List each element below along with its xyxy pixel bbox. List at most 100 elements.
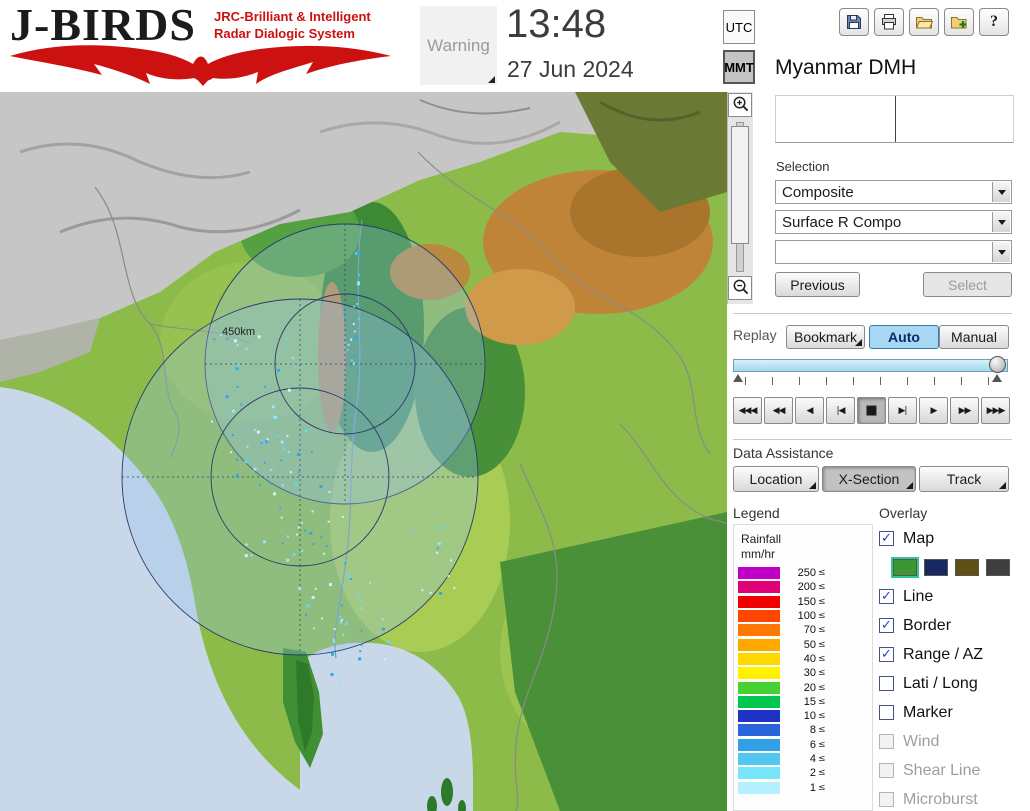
- overlay-item-range-az[interactable]: ✓ Range / AZ: [879, 640, 1025, 669]
- location-button[interactable]: Location: [733, 466, 819, 492]
- playback-fast-reverse-button[interactable]: ◀◀: [764, 397, 793, 424]
- legend-value: 4: [809, 753, 816, 765]
- open-folder-icon: [915, 13, 933, 31]
- legend-row: 10 ≤: [738, 709, 868, 723]
- line-checkbox[interactable]: ✓: [879, 589, 894, 604]
- zoom-in-button[interactable]: [728, 93, 752, 117]
- legend-lte-sign: ≤: [818, 782, 826, 793]
- playback-reverse-play-button[interactable]: ◀: [795, 397, 824, 424]
- zoom-out-button[interactable]: [728, 276, 752, 300]
- map-swatch-3[interactable]: [986, 559, 1010, 576]
- legend-lte-sign: ≤: [818, 739, 826, 750]
- dropdown-arrow-icon[interactable]: [992, 212, 1010, 232]
- legend-value: 8: [809, 724, 816, 737]
- timezone-mmt-button[interactable]: MMT: [723, 50, 755, 84]
- legend-color-swatch: [738, 767, 780, 780]
- timezone-utc-button[interactable]: UTC: [723, 10, 755, 44]
- previous-button[interactable]: Previous: [775, 272, 860, 297]
- import-button[interactable]: [944, 8, 974, 36]
- track-button[interactable]: Track: [919, 466, 1009, 492]
- print-icon: [880, 13, 898, 31]
- replay-label: Replay: [733, 327, 777, 343]
- legend-value: 15: [803, 695, 816, 708]
- legend-row: 20 ≤: [738, 680, 868, 694]
- legend-row: 6 ≤: [738, 738, 868, 752]
- lati-long-checkbox[interactable]: [879, 676, 894, 691]
- replay-slider-thumb[interactable]: [989, 356, 1006, 373]
- overlay-item-wind[interactable]: Wind: [879, 727, 1025, 756]
- legend-color-swatch: [738, 724, 780, 737]
- legend-color-swatch: [738, 638, 780, 651]
- legend-row: 15 ≤: [738, 695, 868, 709]
- playback-first-reverse-button[interactable]: ◀◀◀: [733, 397, 762, 424]
- overlay-item-lati-long[interactable]: Lati / Long: [879, 669, 1025, 698]
- x-section-button[interactable]: X-Section: [822, 466, 916, 492]
- map-swatch-1[interactable]: [924, 559, 948, 576]
- legend-lte-sign: ≤: [818, 625, 826, 636]
- border-checkbox[interactable]: ✓: [879, 618, 894, 633]
- timeline-ticks: [745, 377, 1001, 385]
- overlay-item-line[interactable]: ✓ Line: [879, 582, 1025, 611]
- save-button[interactable]: [839, 8, 869, 36]
- zoom-in-icon: [731, 94, 750, 116]
- replay-mode-manual-button[interactable]: Manual: [939, 325, 1009, 349]
- clock-date: 27 Jun 2024: [507, 56, 634, 82]
- legend-title: Legend: [733, 505, 780, 521]
- overlay-item-microburst[interactable]: Microburst: [879, 785, 1025, 811]
- legend-color-swatch: [738, 753, 780, 765]
- data-assistance-label: Data Assistance: [733, 445, 834, 461]
- dropdown-arrow-icon[interactable]: [992, 182, 1010, 202]
- legend-color-swatch: [738, 581, 780, 594]
- legend-value: 100: [797, 610, 816, 623]
- bookmark-button[interactable]: Bookmark: [786, 325, 865, 349]
- legend-color-swatch: [738, 624, 780, 637]
- overlay-item-map[interactable]: ✓ Map: [879, 524, 1025, 553]
- legend-row: 2 ≤: [738, 766, 868, 780]
- playback-last-forward-button[interactable]: ▶▶▶: [981, 397, 1010, 424]
- toolbar: ?: [839, 8, 1009, 36]
- overlay-label: Marker: [903, 703, 953, 721]
- shear-line-checkbox: [879, 763, 894, 778]
- dropdown-arrow-icon[interactable]: [992, 242, 1010, 262]
- divider: [733, 313, 1012, 315]
- replay-mode-auto-button[interactable]: Auto: [869, 325, 939, 349]
- legend-panel: Rainfall mm/hr 250 ≤200 ≤150 ≤100 ≤70 ≤50 ≤40 ≤…: [733, 524, 873, 811]
- marker-checkbox[interactable]: [879, 705, 894, 720]
- range-az-checkbox[interactable]: ✓: [879, 647, 894, 662]
- legend-color-swatch: [738, 567, 780, 580]
- legend-row: 200 ≤: [738, 580, 868, 594]
- playback-stop-button[interactable]: ■: [857, 397, 886, 424]
- product-option-value: [776, 241, 1011, 244]
- open-folder-button[interactable]: [909, 8, 939, 36]
- overlay-item-border[interactable]: ✓ Border: [879, 611, 1025, 640]
- warning-button[interactable]: Warning: [420, 6, 497, 85]
- map-checkbox[interactable]: ✓: [879, 531, 894, 546]
- legend-row: 8 ≤: [738, 723, 868, 737]
- product-type-dropdown[interactable]: Composite: [775, 180, 1012, 204]
- legend-color-swatch: [738, 681, 780, 694]
- map-swatch-0[interactable]: [891, 557, 919, 578]
- save-icon: [845, 13, 863, 31]
- selection-label: Selection: [776, 159, 830, 174]
- playback-fast-forward-button[interactable]: ▶▶: [950, 397, 979, 424]
- product-option-dropdown[interactable]: [775, 240, 1012, 264]
- station-list[interactable]: [775, 95, 1014, 143]
- org-name: Myanmar DMH: [775, 56, 917, 79]
- overlay-label: Line: [903, 587, 934, 605]
- playback-step-back-button[interactable]: |◀: [826, 397, 855, 424]
- overlay-item-shear-line[interactable]: Shear Line: [879, 756, 1025, 785]
- map-swatch-2[interactable]: [955, 559, 979, 576]
- playback-step-forward-button[interactable]: ▶|: [888, 397, 917, 424]
- overlay-item-marker[interactable]: Marker: [879, 698, 1025, 727]
- replay-timeline-slider[interactable]: [733, 359, 1008, 372]
- help-button[interactable]: ?: [979, 8, 1009, 36]
- logo-subtitle-line1: JRC-Brilliant & Intelligent: [214, 9, 371, 24]
- legend-color-swatch: [738, 610, 780, 623]
- radar-map[interactable]: 450km: [0, 92, 727, 811]
- timeline-start-marker: [733, 374, 743, 382]
- playback-play-button[interactable]: ▶: [919, 397, 948, 424]
- print-button[interactable]: [874, 8, 904, 36]
- zoom-slider-thumb[interactable]: [731, 126, 749, 244]
- select-button[interactable]: Select: [923, 272, 1012, 297]
- product-name-dropdown[interactable]: Surface R Compo: [775, 210, 1012, 234]
